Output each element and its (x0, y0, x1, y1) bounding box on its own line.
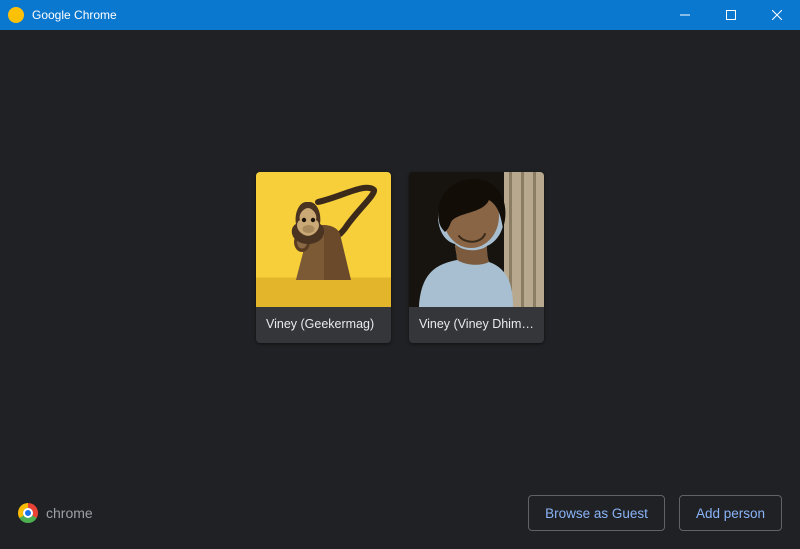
monkey-avatar-icon (256, 172, 391, 307)
profile-name-1: Viney (Geekermag) (256, 307, 391, 343)
person-photo-icon (409, 172, 544, 307)
close-button[interactable] (754, 0, 800, 30)
footer: chrome Browse as Guest Add person (0, 485, 800, 549)
add-person-label: Add person (696, 506, 765, 521)
window-titlebar: Google Chrome (0, 0, 800, 30)
close-icon (772, 10, 782, 20)
app-icon (8, 7, 24, 23)
profiles-row: Viney (Geekermag) Viney (Viney Dhim… (0, 30, 800, 485)
profile-avatar-1 (256, 172, 391, 307)
maximize-button[interactable] (708, 0, 754, 30)
add-person-button[interactable]: Add person (679, 495, 782, 531)
chrome-brand: chrome (18, 503, 93, 523)
browse-as-guest-button[interactable]: Browse as Guest (528, 495, 665, 531)
chrome-logo-icon (18, 503, 38, 523)
profile-card-2[interactable]: Viney (Viney Dhim… (409, 172, 544, 343)
profile-avatar-2 (409, 172, 544, 307)
minimize-button[interactable] (662, 0, 708, 30)
maximize-icon (726, 10, 736, 20)
window-title: Google Chrome (32, 8, 117, 22)
chrome-brand-label: chrome (46, 505, 93, 521)
minimize-icon (680, 10, 690, 20)
profile-card-1[interactable]: Viney (Geekermag) (256, 172, 391, 343)
browse-as-guest-label: Browse as Guest (545, 506, 648, 521)
profile-picker-surface: Viney (Geekermag) Viney (Viney Dhim… (0, 30, 800, 549)
window-controls (662, 0, 800, 30)
profile-name-2: Viney (Viney Dhim… (409, 307, 544, 343)
